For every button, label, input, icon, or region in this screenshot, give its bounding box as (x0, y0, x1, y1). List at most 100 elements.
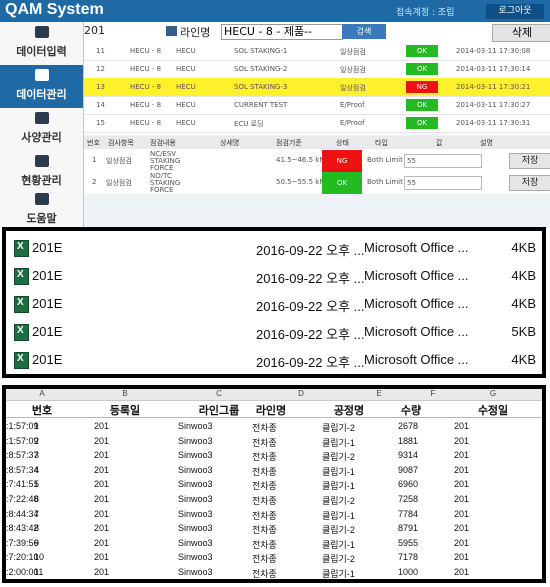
table-cell[interactable]: 클립기-2 (322, 523, 355, 536)
table-cell[interactable]: Sinwoo3 (178, 465, 213, 475)
table-cell[interactable]: 201 (454, 567, 469, 577)
table-cell[interactable]: 전차종 (252, 538, 277, 551)
table-cell[interactable]: :8:57:37 (6, 450, 39, 460)
table-cell[interactable]: :8:57:34 (6, 465, 39, 475)
table-row-selected[interactable]: 13 HECU - 8 HECU SOL STAKING-3 일상점검 NG 2… (84, 78, 550, 97)
table-cell[interactable]: 전차종 (252, 421, 277, 434)
table-cell[interactable]: 201 (94, 538, 109, 548)
table-cell[interactable]: Sinwoo3 (178, 450, 213, 460)
table-cell[interactable]: 클립기-1 (322, 465, 355, 478)
table-row[interactable]: 2 201 Sinwoo3 전차종 클립기-1 1881 201:1:57:09 (6, 434, 542, 449)
table-cell[interactable]: 2678 (398, 421, 418, 431)
sidebar-item-data-input[interactable]: 데이터입력 (0, 22, 83, 65)
table-cell[interactable]: 전차종 (252, 552, 277, 565)
table-cell[interactable]: 전차종 (252, 465, 277, 478)
table-cell[interactable]: Sinwoo3 (178, 552, 213, 562)
table-cell[interactable]: 전차종 (252, 523, 277, 536)
table-cell[interactable]: :7:22:48 (6, 494, 39, 504)
file-row[interactable]: 201E 2016-09-22 오후 ... Microsoft Office … (6, 293, 542, 317)
sidebar-item-help[interactable]: 도움말 (0, 189, 83, 228)
column-letter[interactable]: F (422, 389, 444, 398)
table-cell[interactable]: 201 (94, 436, 109, 446)
table-cell[interactable]: 201 (94, 479, 109, 489)
table-row[interactable]: 3 201 Sinwoo3 전차종 클립기-2 9314 201:8:57:37 (6, 448, 542, 463)
table-cell[interactable]: 클립기-1 (322, 436, 355, 449)
file-row[interactable]: 201E 2016-09-22 오후 ... Microsoft Office … (6, 237, 542, 261)
table-cell[interactable]: Sinwoo3 (178, 479, 213, 489)
table-row[interactable]: 7 201 Sinwoo3 전차종 클립기-1 7784 201:8:44:34 (6, 507, 542, 522)
table-cell[interactable]: 클립기-1 (322, 479, 355, 492)
table-cell[interactable]: 201 (454, 450, 469, 460)
column-letter[interactable]: B (78, 389, 172, 398)
column-letter[interactable]: G (444, 389, 542, 398)
save-button[interactable]: 저장 (509, 175, 550, 191)
search-button[interactable]: 검색 (342, 24, 386, 39)
table-row[interactable]: 5 201 Sinwoo3 전차종 클립기-1 6960 201:7:41:51 (6, 477, 542, 492)
table-cell[interactable]: 클립기-1 (322, 509, 355, 522)
table-cell[interactable]: 전차종 (252, 436, 277, 449)
table-cell[interactable]: 201 (94, 523, 109, 533)
table-cell[interactable]: 201 (94, 552, 109, 562)
table-cell[interactable]: 201 (454, 421, 469, 431)
table-cell[interactable]: :8:43:42 (6, 523, 39, 533)
table-cell[interactable]: 201 (94, 494, 109, 504)
table-cell[interactable]: 201 (454, 552, 469, 562)
header-cell[interactable]: 수정일 (444, 402, 542, 418)
table-cell[interactable]: 클립기-2 (322, 421, 355, 434)
table-cell[interactable]: Sinwoo3 (178, 436, 213, 446)
table-cell[interactable]: 8791 (398, 523, 418, 533)
table-cell[interactable]: 1000 (398, 567, 418, 577)
table-cell[interactable]: Sinwoo3 (178, 509, 213, 519)
table-row[interactable]: 4 201 Sinwoo3 전차종 클립기-1 9087 201:8:57:34 (6, 463, 542, 478)
table-cell[interactable]: :1:57:09 (6, 421, 39, 431)
table-cell[interactable]: Sinwoo3 (178, 523, 213, 533)
table-cell[interactable]: 201 (454, 523, 469, 533)
table-cell[interactable]: Sinwoo3 (178, 567, 213, 577)
detail-row[interactable]: 2 일상점검 NO/TC STAKING FORCE 50.5~55.5 kN … (84, 172, 550, 194)
detail-row[interactable]: 1 일상점검 NC/ESV STAKING FORCE 41.5~46.5 kN… (84, 150, 550, 172)
table-cell[interactable]: 7178 (398, 552, 418, 562)
table-cell[interactable]: 201 (454, 436, 469, 446)
table-cell[interactable]: :7:41:51 (6, 479, 39, 489)
table-cell[interactable]: 201 (454, 479, 469, 489)
table-cell[interactable]: :7:39:56 (6, 538, 39, 548)
table-cell[interactable]: 9087 (398, 465, 418, 475)
table-cell[interactable]: 클립기-2 (322, 450, 355, 463)
table-cell[interactable]: 1881 (398, 436, 418, 446)
table-cell[interactable]: 전차종 (252, 479, 277, 492)
table-cell[interactable]: :7:20:10 (6, 552, 39, 562)
table-cell[interactable]: 201 (94, 421, 109, 431)
table-cell[interactable]: :8:44:34 (6, 509, 39, 519)
table-cell[interactable]: 201 (454, 509, 469, 519)
table-cell[interactable]: 201 (454, 494, 469, 504)
table-cell[interactable]: 클립기-1 (322, 538, 355, 551)
sidebar-item-spec[interactable]: 사양관리 (0, 108, 83, 151)
table-cell[interactable]: 전차종 (252, 509, 277, 522)
column-letter[interactable]: D (266, 389, 336, 398)
table-cell[interactable]: 전차종 (252, 567, 277, 579)
column-letter[interactable]: E (336, 389, 422, 398)
table-row[interactable]: 11 201 Sinwoo3 전차종 클립기-1 1000 201:2:00:00 (6, 565, 542, 579)
header-cell[interactable]: 번호 (6, 402, 78, 418)
table-cell[interactable]: 5955 (398, 538, 418, 548)
table-cell[interactable]: 6960 (398, 479, 418, 489)
table-row[interactable]: 8 201 Sinwoo3 전차종 클립기-2 8791 201:8:43:42 (6, 521, 542, 536)
value-input[interactable]: 55 (404, 176, 482, 190)
table-row[interactable]: 1 201 Sinwoo3 전차종 클립기-2 2678 201:1:57:09 (6, 419, 542, 434)
delete-button[interactable]: 삭제 (492, 24, 550, 42)
column-letter[interactable]: C (172, 389, 266, 398)
file-row[interactable]: 201E 2016-09-22 오후 ... Microsoft Office … (6, 349, 542, 373)
header-cell[interactable]: 수량 (376, 402, 446, 418)
table-cell[interactable]: 201 (94, 509, 109, 519)
table-cell[interactable]: Sinwoo3 (178, 421, 213, 431)
save-button[interactable]: 저장 (509, 153, 550, 169)
table-cell[interactable]: 201 (454, 538, 469, 548)
table-row[interactable]: 9 201 Sinwoo3 전차종 클립기-1 5955 201:7:39:56 (6, 536, 542, 551)
table-cell[interactable]: 7784 (398, 509, 418, 519)
table-cell[interactable]: 전차종 (252, 494, 277, 507)
table-row[interactable]: 6 201 Sinwoo3 전차종 클립기-2 7258 201:7:22:48 (6, 492, 542, 507)
table-cell[interactable]: 클립기-2 (322, 494, 355, 507)
header-cell[interactable]: 라인명 (236, 402, 306, 418)
header-cell[interactable]: 등록일 (78, 402, 172, 418)
table-cell[interactable]: 클립기-1 (322, 567, 355, 579)
